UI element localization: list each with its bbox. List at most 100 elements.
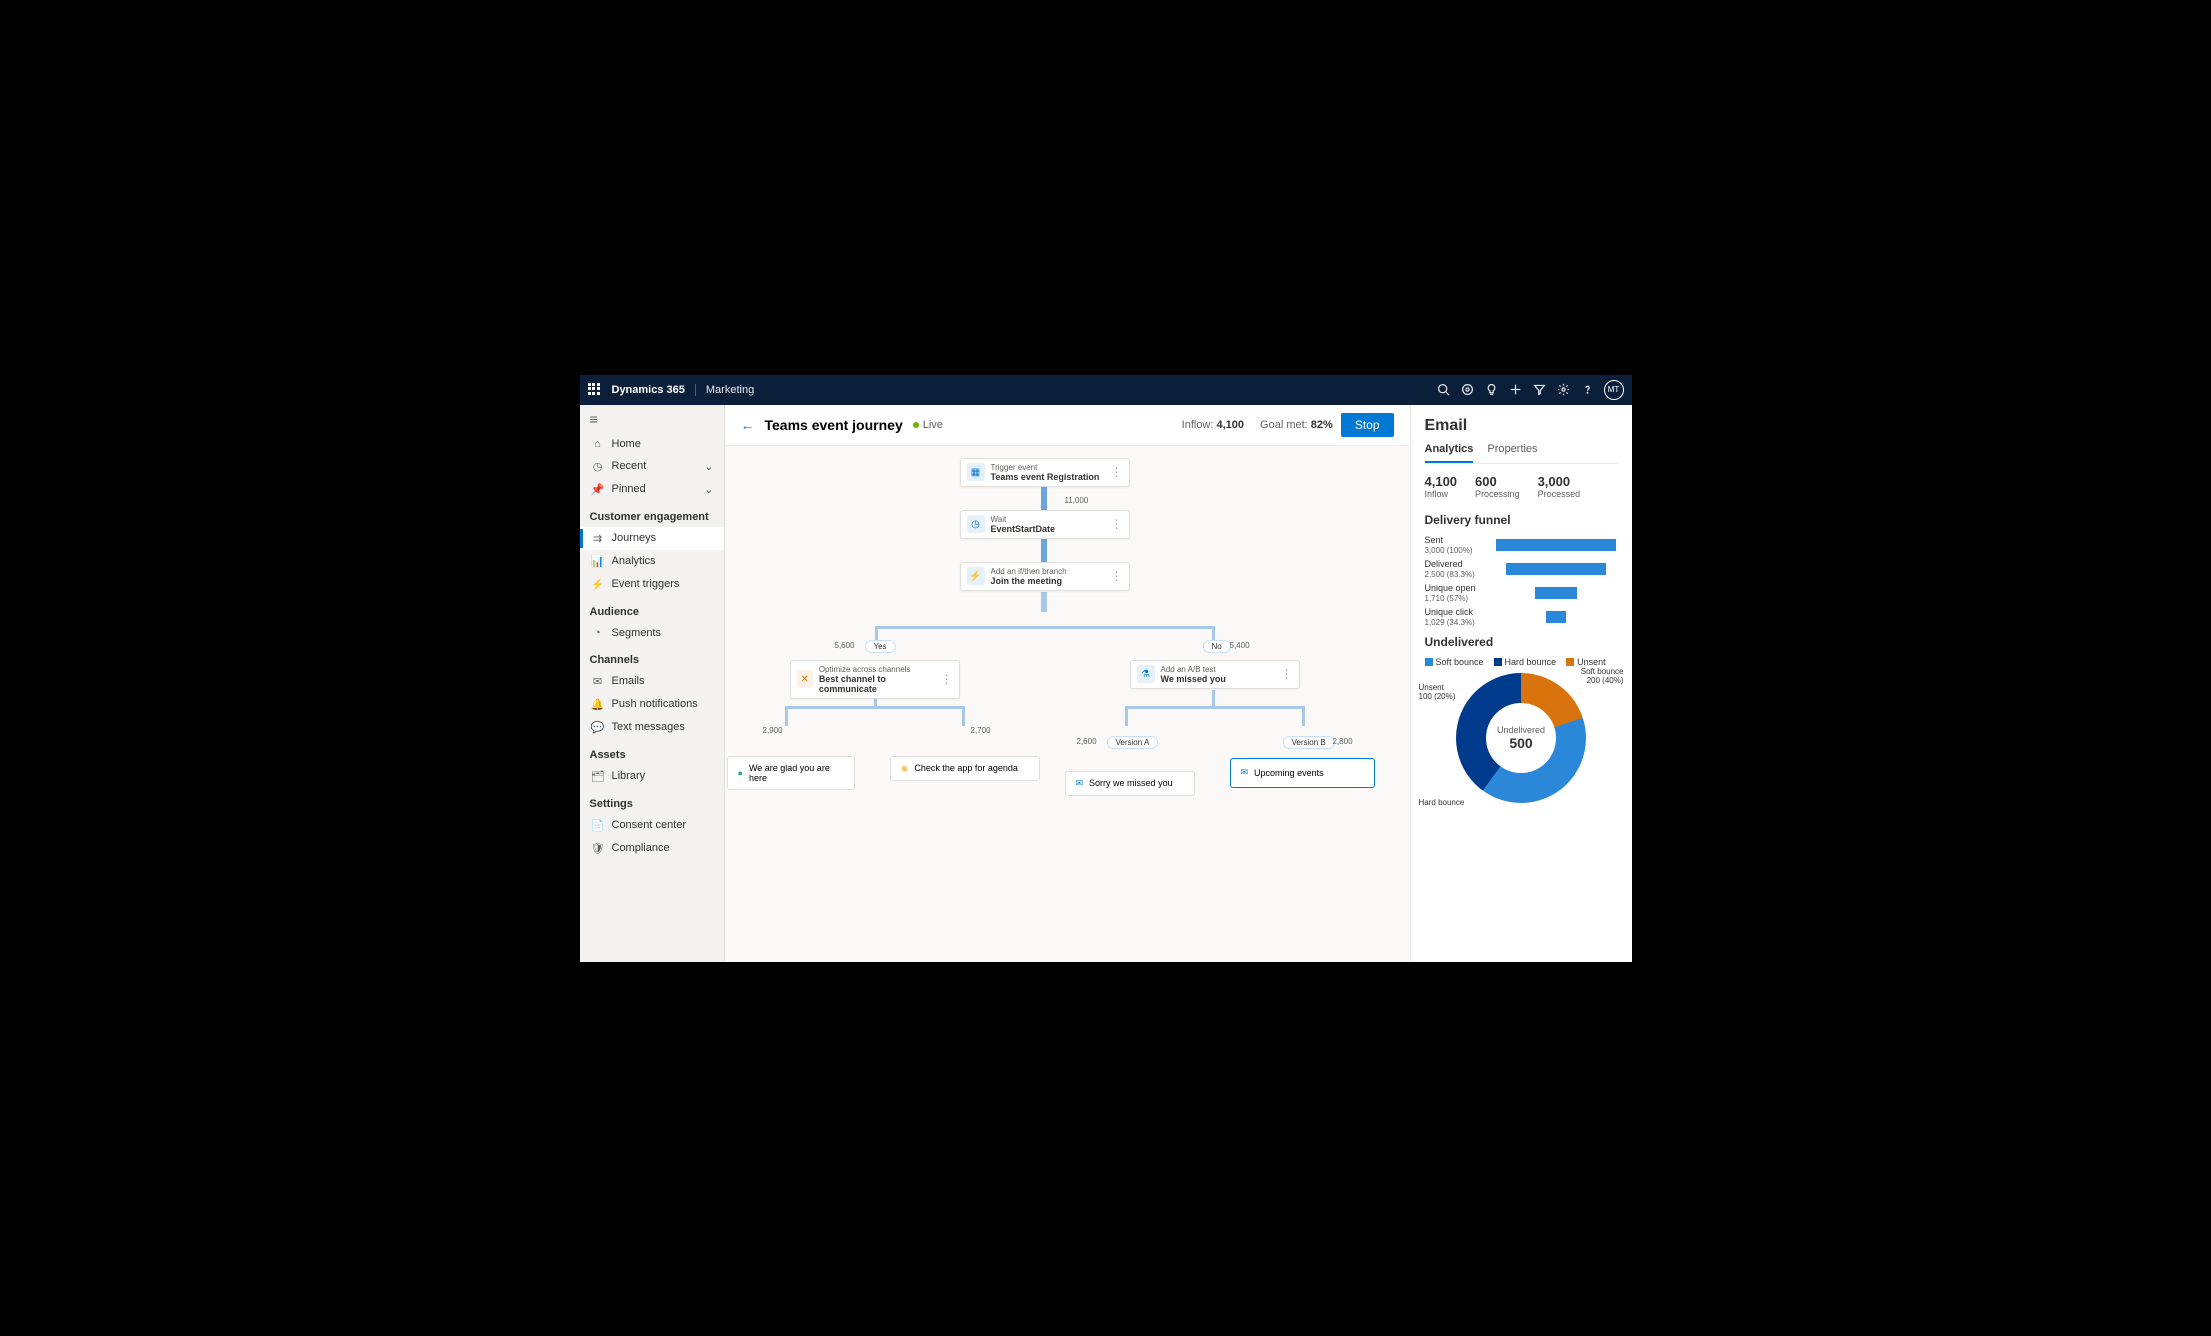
journey-icon: ⇉ [590, 532, 606, 545]
sidebar-item-label: Push notifications [612, 698, 698, 710]
inflow-metric: Inflow: 4,100 [1182, 419, 1244, 431]
app-launcher-icon[interactable] [588, 383, 602, 397]
flow-count: 11,000 [1065, 496, 1089, 505]
app-window: Dynamics 365 Marketing MT ≡ ⌂Home ◷Recen… [580, 375, 1632, 962]
stop-button[interactable]: Stop [1341, 413, 1394, 437]
clock-icon: ◷ [590, 460, 606, 473]
kpi-processed: 3,000Processed [1538, 474, 1581, 499]
node-title: We missed you [1161, 674, 1226, 684]
journey-leaf-agenda[interactable]: ◉ Check the app for agenda [890, 756, 1040, 781]
flow-count: 2,700 [971, 726, 991, 735]
node-type: Add an A/B test [1161, 665, 1226, 674]
node-title: EventStartDate [991, 524, 1056, 534]
journey-node-abtest[interactable]: ⚗ Add an A/B testWe missed you ⋮ [1130, 660, 1300, 689]
journey-canvas[interactable]: ▦ Trigger eventTeams event Registration … [725, 446, 1410, 962]
donut-chart: Unsent100 (20%) Soft bounce200 (40%) Har… [1425, 673, 1618, 803]
more-icon[interactable]: ⋮ [1275, 667, 1293, 681]
goal-metric: Goal met: 82% [1260, 419, 1333, 431]
plus-icon[interactable] [1504, 378, 1528, 402]
chevron-down-icon: ⌄ [704, 460, 713, 473]
sidebar-item-push[interactable]: 🔔 Push notifications [580, 693, 724, 716]
sidebar-item-recent[interactable]: ◷Recent⌄ [580, 455, 724, 478]
flow-count: 5,600 [835, 641, 855, 650]
journey-node-branch[interactable]: ⚡ Add an if/then branchJoin the meeting … [960, 562, 1130, 591]
leaf-label: Check the app for agenda [914, 763, 1018, 773]
help-icon[interactable] [1576, 378, 1600, 402]
kpi-processing: 600Processing [1475, 474, 1520, 499]
journey-node-wait[interactable]: ◷ WaitEventStartDate ⋮ [960, 510, 1130, 539]
shield-icon: 🛡 [590, 842, 606, 855]
kpi-row: 4,100Inflow 600Processing 3,000Processed [1425, 474, 1618, 499]
node-type: Optimize across channels [819, 665, 935, 674]
sidebar-item-pinned[interactable]: 📌Pinned⌄ [580, 478, 724, 501]
node-type: Add an if/then branch [991, 567, 1067, 576]
sidebar-item-journeys[interactable]: ⇉ Journeys [580, 527, 724, 550]
sidebar-section-assets: Assets [580, 739, 724, 765]
page-header: ← Teams event journey Live Inflow: 4,100… [725, 405, 1410, 446]
flow-count: 2,900 [763, 726, 783, 735]
filter-icon[interactable] [1528, 378, 1552, 402]
tab-properties[interactable]: Properties [1487, 443, 1537, 463]
sidebar-item-label: Compliance [612, 842, 670, 854]
status-dot-icon [913, 422, 919, 428]
sidebar-item-home[interactable]: ⌂Home [580, 433, 724, 455]
sidebar-item-label: Journeys [612, 532, 657, 544]
journey-leaf-glad[interactable]: ●We are glad you are here [727, 756, 855, 790]
hamburger-icon[interactable]: ≡ [580, 405, 724, 433]
sidebar-section-settings: Settings [580, 788, 724, 814]
sidebar-item-consent[interactable]: 📄Consent center [580, 814, 724, 837]
journey-leaf-missed[interactable]: ✉ Sorry we missed you [1065, 771, 1195, 796]
bell-icon: 🔔 [590, 698, 606, 711]
user-avatar[interactable]: MT [1604, 380, 1624, 400]
journey-leaf-upcoming[interactable]: ✉Upcoming events [1230, 758, 1375, 788]
funnel-chart: Sent3,000 (100%) Delivered2,500 (83.3%) … [1425, 535, 1618, 627]
sidebar-section-audience: Audience [580, 596, 724, 622]
product-label: Marketing [695, 384, 754, 396]
lightbulb-icon[interactable] [1480, 378, 1504, 402]
sidebar-item-label: Pinned [612, 483, 646, 495]
sidebar-item-library[interactable]: 🗂Library [580, 765, 724, 788]
trigger-icon: ⚡ [590, 578, 606, 591]
sidebar-item-event-triggers[interactable]: ⚡Event triggers [580, 573, 724, 596]
flow-count: 2,600 [1077, 737, 1097, 746]
sidebar-item-segments[interactable]: ◔Segments [580, 622, 724, 644]
panel-tabs: Analytics Properties [1425, 443, 1618, 464]
leaf-label: Sorry we missed you [1089, 778, 1173, 788]
more-icon[interactable]: ⋮ [935, 672, 953, 686]
leaf-label: Upcoming events [1254, 768, 1324, 778]
journey-node-trigger[interactable]: ▦ Trigger eventTeams event Registration … [960, 458, 1130, 487]
undelivered-title: Undelivered [1425, 635, 1618, 649]
clock-icon: ◷ [967, 515, 985, 533]
sidebar-item-compliance[interactable]: 🛡 Compliance [580, 837, 724, 860]
node-type: Wait [991, 515, 1056, 524]
target-icon[interactable] [1456, 378, 1480, 402]
chat-icon: 💬 [590, 721, 606, 734]
ab-test-icon: ⚗ [1137, 665, 1155, 683]
tab-analytics[interactable]: Analytics [1425, 443, 1474, 463]
segments-icon: ◔ [590, 627, 606, 639]
sidebar-item-emails[interactable]: ✉Emails [580, 670, 724, 693]
back-button[interactable]: ← [741, 417, 755, 433]
donut-label-unsent: Unsent100 (20%) [1419, 683, 1456, 701]
version-a-pill: Version A [1107, 736, 1159, 749]
leaf-label: We are glad you are here [749, 763, 844, 783]
sidebar-section-customer-engagement: Customer engagement [580, 501, 724, 527]
mail-icon: ✉ [1076, 778, 1084, 789]
journey-node-optimize[interactable]: ✕ Optimize across channelsBest channel t… [790, 660, 960, 699]
more-icon[interactable]: ⋮ [1105, 465, 1123, 479]
home-icon: ⌂ [590, 438, 606, 450]
more-icon[interactable]: ⋮ [1105, 569, 1123, 583]
sidebar-item-text[interactable]: 💬Text messages [580, 716, 724, 739]
sidebar-item-analytics[interactable]: 📊Analytics [580, 550, 724, 573]
mail-icon: ✉ [590, 675, 606, 688]
more-icon[interactable]: ⋮ [1105, 517, 1123, 531]
panel-title: Email [1425, 417, 1618, 435]
search-icon[interactable] [1432, 378, 1456, 402]
app-icon: ◉ [901, 763, 909, 774]
gear-icon[interactable] [1552, 378, 1576, 402]
node-type: Trigger event [991, 463, 1100, 472]
details-panel: Email Analytics Properties 4,100Inflow 6… [1410, 405, 1632, 962]
flow-count: 5,400 [1230, 641, 1250, 650]
document-icon: 📄 [590, 819, 606, 832]
library-icon: 🗂 [590, 770, 606, 783]
